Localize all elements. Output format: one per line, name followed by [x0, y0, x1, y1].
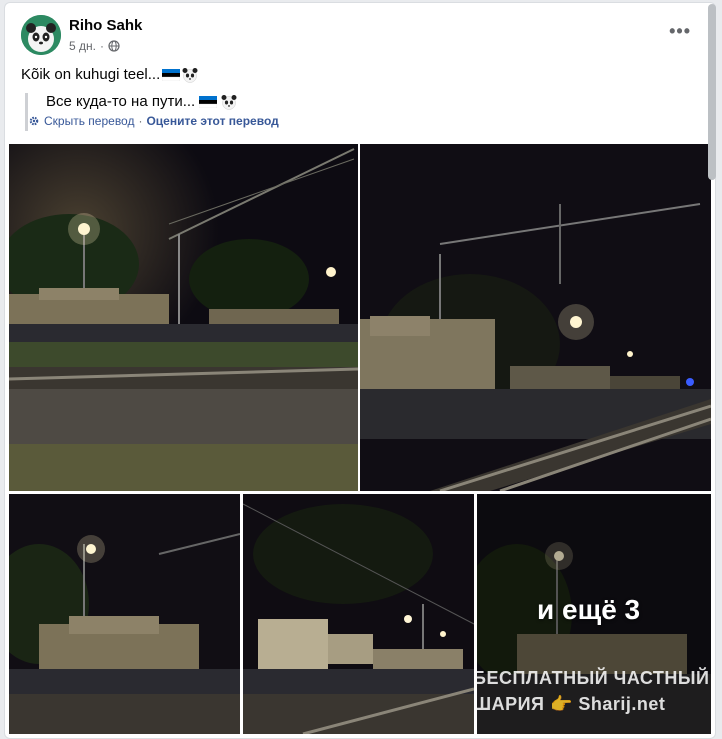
more-horizontal-icon[interactable]: •••	[669, 21, 691, 42]
gallery-photo-4[interactable]	[243, 494, 474, 734]
post-time[interactable]: 5 дн.	[69, 39, 96, 53]
panda-face-icon	[221, 94, 237, 110]
more-photos-label[interactable]: и ещё 3	[537, 594, 640, 626]
translated-text-content: Все куда-то на пути...	[46, 93, 196, 110]
post-text: Kõik on kuhugi teel...	[21, 66, 198, 83]
gallery-photo-2[interactable]	[360, 144, 711, 491]
translated-text: Все куда-то на пути...	[46, 93, 297, 110]
scrollbar-thumb[interactable]	[708, 4, 716, 180]
link-separator: ·	[138, 114, 143, 128]
author-name[interactable]: Riho Sahk	[69, 17, 142, 34]
avatar[interactable]	[21, 15, 61, 55]
train-tanks-photo	[360, 144, 711, 491]
watermark-line-2: ШАРИЯ 👉 Sharij.net	[477, 694, 666, 714]
train-tanks-photo	[9, 494, 240, 734]
post-card: Riho Sahk 5 дн. · ••• Kõik on kuhugi tee…	[4, 2, 716, 739]
gear-icon[interactable]	[28, 115, 40, 127]
train-tanks-photo	[9, 144, 358, 491]
estonia-flag-icon	[199, 95, 218, 108]
post-meta: 5 дн. ·	[69, 39, 120, 53]
estonia-flag-icon	[162, 68, 181, 81]
translation-block: Все куда-то на пути... Скрыть перевод · …	[25, 93, 297, 131]
gallery-photo-1[interactable]	[9, 144, 358, 491]
gallery-photo-more[interactable]: и ещё 3 БЕСПЛАТНЫЙ ЧАСТНЫЙ ШАРИЯ 👉 Shari…	[477, 494, 711, 734]
hide-translation-link[interactable]: Скрыть перевод	[44, 114, 134, 128]
panda-face-icon	[182, 67, 198, 83]
meta-separator: ·	[99, 39, 104, 53]
globe-icon[interactable]	[108, 40, 120, 52]
rate-translation-link[interactable]: Оцените этот перевод	[146, 114, 278, 128]
watermark-line-1: БЕСПЛАТНЫЙ ЧАСТНЫЙ	[477, 668, 710, 688]
train-trucks-photo	[243, 494, 474, 734]
translation-links: Скрыть перевод · Оцените этот перевод	[28, 114, 279, 128]
panda-avatar-icon	[21, 15, 61, 55]
post-text-content: Kõik on kuhugi teel...	[21, 66, 161, 83]
gallery-photo-3[interactable]	[9, 494, 240, 734]
